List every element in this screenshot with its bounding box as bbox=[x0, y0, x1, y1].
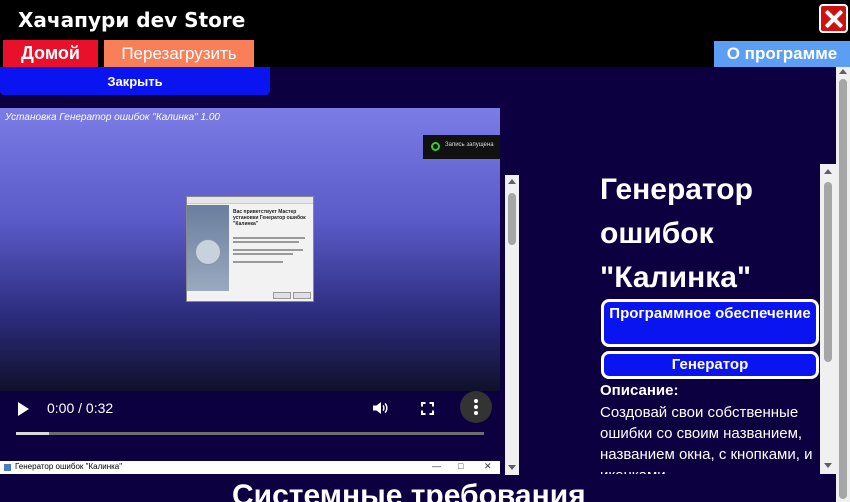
fullscreen-icon[interactable] bbox=[421, 402, 434, 415]
scroll-up-icon[interactable] bbox=[824, 169, 832, 174]
play-icon[interactable] bbox=[18, 402, 29, 416]
installer-text-line bbox=[233, 237, 305, 239]
scroll-up-icon[interactable] bbox=[839, 69, 847, 74]
home-button[interactable]: Домой bbox=[3, 40, 98, 67]
minimize-icon: — bbox=[432, 461, 441, 471]
app-window: Хачапури dev Store Домой Перезагрузить О… bbox=[0, 0, 850, 502]
disk-icon bbox=[195, 239, 221, 265]
maximize-icon: □ bbox=[458, 461, 464, 471]
about-button[interactable]: О программе bbox=[714, 41, 850, 67]
volume-icon[interactable] bbox=[372, 401, 388, 415]
app-name: Генератор ошибок "Калинка" bbox=[600, 173, 753, 294]
scrollbar-thumb[interactable] bbox=[508, 193, 516, 245]
scrollbar-thumb[interactable] bbox=[839, 79, 847, 499]
installer-cancel-button bbox=[293, 292, 311, 299]
taskbar-title: Генератор ошибок "Калинка" bbox=[15, 462, 123, 471]
scroll-up-icon[interactable] bbox=[508, 179, 516, 184]
scroll-down-icon[interactable] bbox=[508, 465, 516, 470]
reload-button[interactable]: Перезагрузить bbox=[104, 40, 254, 67]
installer-text-line bbox=[233, 261, 283, 263]
description-label: Описание: bbox=[600, 382, 679, 399]
main-scrollbar[interactable] bbox=[836, 67, 850, 502]
installer-title-bar bbox=[187, 197, 313, 204]
close-panel-button[interactable]: Закрыть bbox=[0, 67, 270, 95]
installer-side-banner bbox=[187, 205, 229, 291]
video-scrollbar[interactable] bbox=[505, 175, 519, 475]
tag-generator-button[interactable]: Генератор bbox=[601, 351, 819, 379]
video-taskbar-strip: Генератор ошибок "Калинка" — □ ✕ bbox=[0, 461, 500, 474]
video-player[interactable]: Установка Генератор ошибок "Калинка" 1.0… bbox=[0, 108, 500, 391]
video-progress-fill bbox=[16, 432, 49, 435]
close-icon: ✕ bbox=[484, 461, 492, 471]
scroll-down-icon[interactable] bbox=[824, 463, 832, 468]
scrollbar-thumb[interactable] bbox=[824, 182, 832, 362]
installer-text-line bbox=[233, 249, 303, 251]
record-icon bbox=[431, 142, 440, 151]
installer-heading: Вас приветствует Мастер установки Генера… bbox=[233, 209, 306, 227]
installer-window-preview: Вас приветствует Мастер установки Генера… bbox=[186, 196, 314, 302]
recording-indicator: Запись запущена bbox=[423, 135, 500, 159]
app-info-panel: Генератор ошибок "Калинка" Программное о… bbox=[590, 164, 836, 474]
installer-text-line bbox=[233, 241, 299, 243]
title-bar: Хачапури dev Store bbox=[0, 0, 850, 40]
installer-next-button bbox=[273, 292, 291, 299]
close-icon[interactable] bbox=[819, 4, 848, 33]
app-title: Хачапури dev Store bbox=[18, 8, 246, 32]
tag-software-button[interactable]: Программное обеспечение bbox=[601, 299, 819, 347]
more-options-icon[interactable] bbox=[460, 391, 492, 423]
description-text: Создовай свои собственные ошибки со свои… bbox=[600, 404, 813, 474]
installer-text-line bbox=[233, 253, 293, 255]
video-time: 0:00 / 0:32 bbox=[47, 400, 114, 416]
info-scrollbar[interactable] bbox=[820, 164, 836, 474]
video-progress-track[interactable] bbox=[16, 432, 484, 435]
system-requirements-heading: Системные требования bbox=[232, 479, 586, 502]
video-caption: Установка Генератор ошибок "Калинка" 1.0… bbox=[5, 112, 220, 123]
recording-label: Запись запущена bbox=[445, 142, 494, 148]
app-icon bbox=[4, 464, 11, 471]
